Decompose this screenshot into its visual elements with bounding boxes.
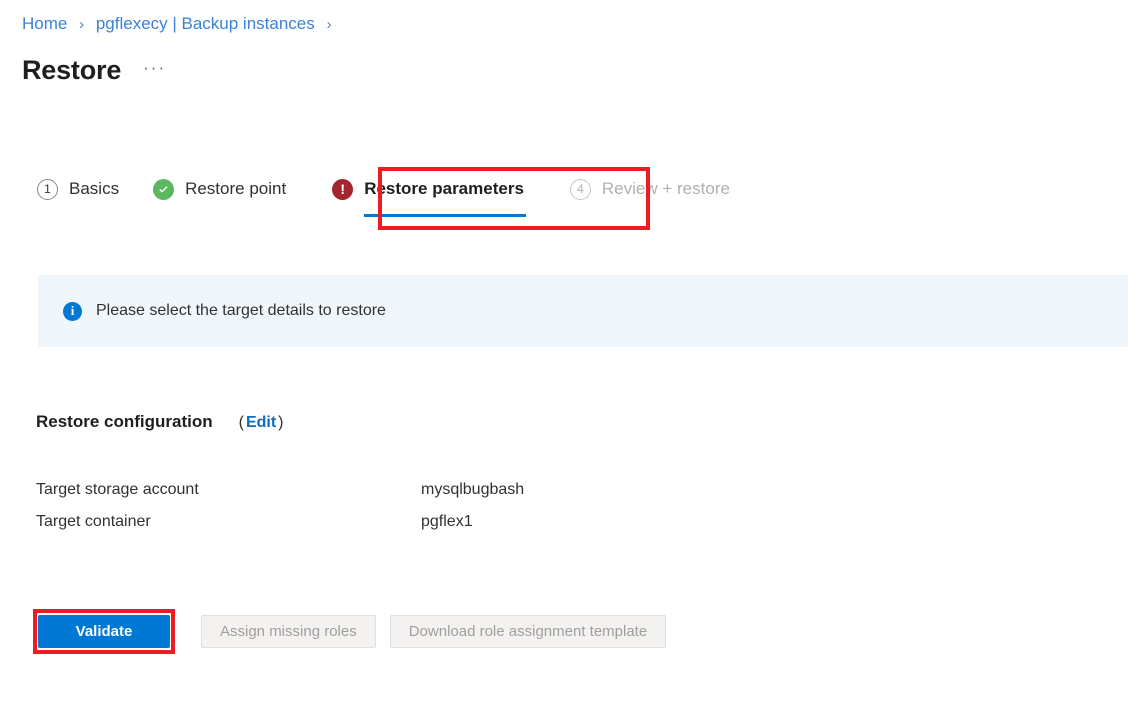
wizard-step-label: Restore point [185,179,287,198]
paren-close: ) [278,414,284,431]
breadcrumb-separator-icon: › [326,16,332,33]
wizard-step-restore-parameters[interactable]: ! Restore parameters [328,172,528,217]
breadcrumb-item-backup-instances[interactable]: pgflexecy | Backup instances [96,14,315,33]
table-row: Target container pgflex1 [36,513,524,545]
breadcrumb-item-home[interactable]: Home [22,14,67,33]
breadcrumb-separator-icon: › [79,16,85,33]
wizard-step-label: Basics [69,179,120,198]
detail-value: pgflex1 [421,513,473,530]
more-options-icon[interactable]: ··· [143,58,166,84]
error-icon: ! [332,178,354,200]
restore-configuration-details: Target storage account mysqlbugbash Targ… [36,481,524,545]
table-row: Target storage account mysqlbugbash [36,481,524,513]
wizard-step-restore-point[interactable]: Restore point [149,172,290,206]
section-title: Restore configuration [36,412,213,431]
active-step-underline [364,214,526,217]
validate-button[interactable]: Validate [38,615,170,648]
assign-missing-roles-button: Assign missing roles [201,615,376,648]
edit-link-wrapper: (Edit) [239,414,284,432]
wizard-step-review-restore: 4 Review + restore [566,172,734,206]
info-banner: i Please select the target details to re… [38,275,1128,347]
edit-link[interactable]: Edit [246,414,276,431]
restore-configuration-header: Restore configuration (Edit) [36,412,284,432]
wizard-step-basics[interactable]: 1 Basics [33,172,123,206]
detail-key: Target storage account [36,481,199,498]
detail-value: mysqlbugbash [421,481,525,498]
paren-open: ( [238,414,244,431]
download-role-assignment-template-button: Download role assignment template [389,615,667,648]
breadcrumb: Home › pgflexecy | Backup instances › [22,13,339,36]
page-header: Restore ··· [22,55,166,86]
step-number-badge: 4 [569,178,591,200]
wizard-step-label: Restore parameters [364,179,524,198]
wizard-step-label: Review + restore [601,179,730,198]
detail-key: Target container [36,513,151,530]
step-number-badge: 1 [37,178,58,200]
action-buttons: Validate Assign missing roles Download r… [38,615,667,648]
page-title: Restore [22,55,122,85]
wizard-steps: 1 Basics Restore point ! Restore paramet… [33,172,734,222]
check-icon [153,178,175,200]
info-banner-message: Please select the target details to rest… [96,302,386,319]
info-icon: i [63,301,82,321]
